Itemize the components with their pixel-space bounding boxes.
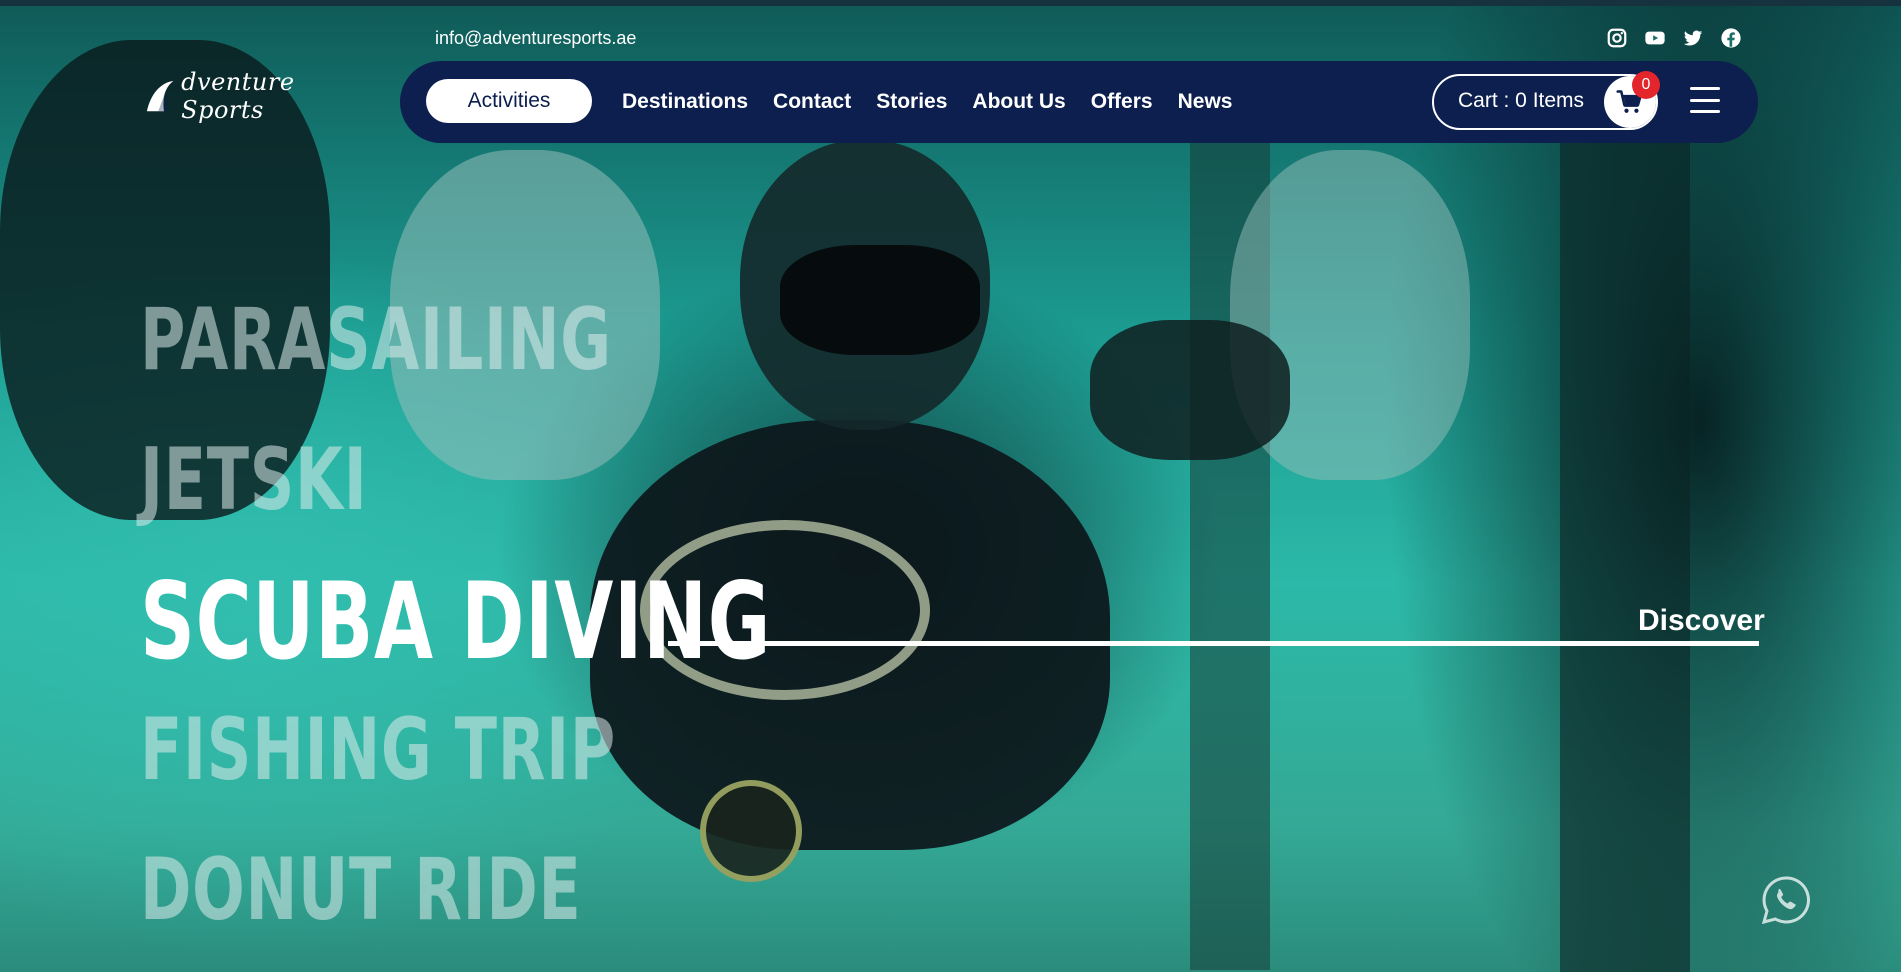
diver-right-arm — [1090, 320, 1290, 460]
site-logo[interactable]: dventure Sports — [145, 68, 375, 124]
instagram-icon[interactable] — [1605, 26, 1629, 50]
hamburger-menu-icon[interactable] — [1690, 87, 1720, 113]
nav-activities[interactable]: Activities — [426, 79, 592, 123]
email-link[interactable]: info@adventuresports.ae — [435, 28, 636, 49]
youtube-icon[interactable] — [1643, 26, 1667, 50]
cart-label: Cart : 0 Items — [1458, 89, 1585, 112]
nav-links: Destinations Contact Stories About Us Of… — [622, 61, 1257, 143]
logo-text: dventure Sports — [181, 68, 295, 124]
facebook-icon[interactable] — [1719, 26, 1743, 50]
twitter-icon[interactable] — [1681, 26, 1705, 50]
cart-button[interactable]: Cart : 0 Items — [1432, 74, 1658, 130]
top-strip — [0, 0, 1901, 6]
activity-jetski[interactable]: JETSKI — [140, 430, 368, 530]
diving-mask — [780, 245, 980, 355]
activity-scuba-diving[interactable]: SCUBA DIVING — [140, 560, 771, 683]
activity-donut-ride[interactable]: DONUT RIDE — [140, 840, 582, 940]
nav-news[interactable]: News — [1178, 90, 1233, 114]
nav-stories[interactable]: Stories — [876, 90, 947, 114]
discover-link[interactable]: Discover — [1638, 604, 1765, 638]
nav-about-us[interactable]: About Us — [972, 90, 1065, 114]
main-navigation: Activities Destinations Contact Stories … — [400, 61, 1758, 143]
cart-count-badge: 0 — [1632, 71, 1660, 99]
nav-contact[interactable]: Contact — [773, 90, 851, 114]
logo-wave-icon — [146, 80, 174, 112]
discover-underline — [668, 641, 1759, 646]
background-pillar — [1560, 100, 1690, 972]
social-links — [1605, 26, 1743, 50]
activity-parasailing[interactable]: PARASAILING — [140, 290, 612, 390]
pressure-gauge — [700, 780, 802, 882]
activity-fishing-trip[interactable]: FISHING TRIP — [140, 700, 616, 800]
nav-offers[interactable]: Offers — [1091, 90, 1153, 114]
nav-destinations[interactable]: Destinations — [622, 90, 748, 114]
whatsapp-icon[interactable] — [1760, 874, 1812, 926]
